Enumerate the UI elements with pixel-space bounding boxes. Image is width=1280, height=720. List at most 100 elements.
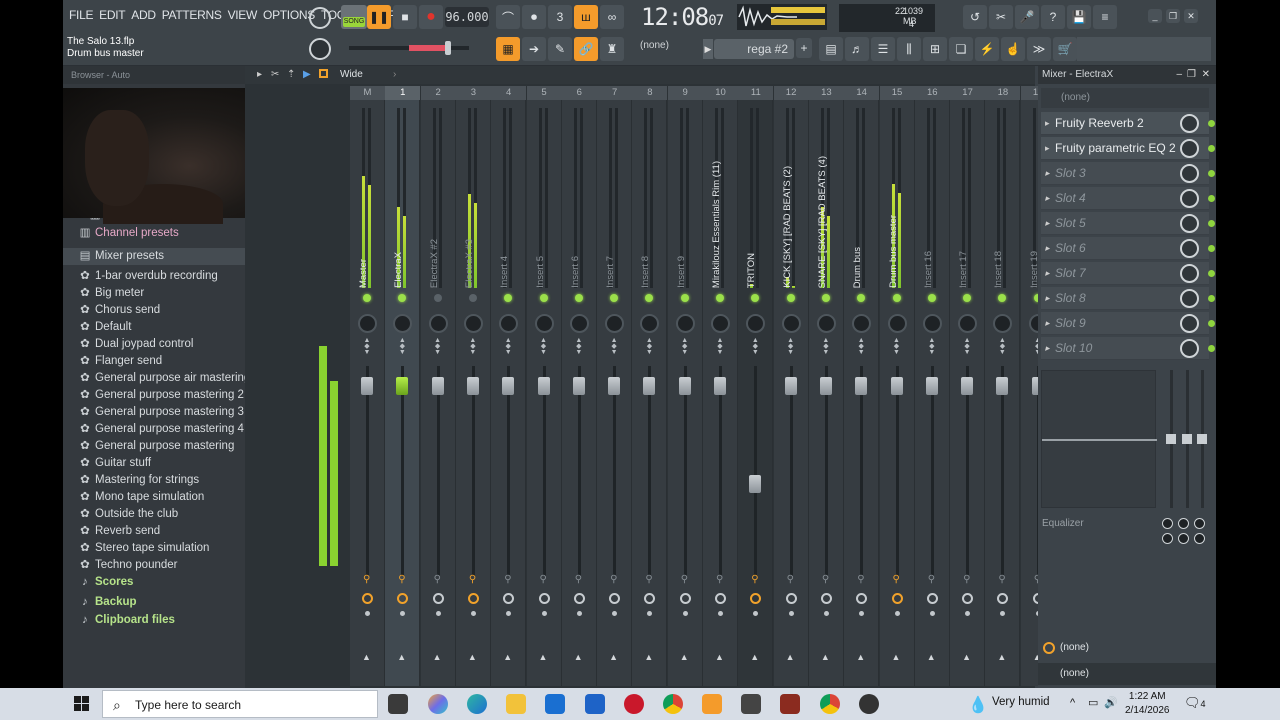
- send-knob[interactable]: [679, 593, 691, 604]
- track-enable-led[interactable]: [963, 294, 972, 302]
- play-button[interactable]: ❚❚: [367, 5, 391, 29]
- store-icon[interactable]: [545, 694, 565, 714]
- slot-mix-knob[interactable]: [1180, 339, 1199, 358]
- mixer-track-14[interactable]: 14 Drum bus ▲ ◆ ▼ ⚲ ▲: [844, 86, 880, 686]
- slot-mix-knob[interactable]: [1180, 139, 1199, 158]
- volume-fader[interactable]: [678, 376, 691, 395]
- send-knob[interactable]: [715, 593, 726, 604]
- slot-mix-knob[interactable]: [1180, 264, 1199, 283]
- chrome-icon[interactable]: [663, 694, 683, 714]
- eq-sliders[interactable]: [1166, 370, 1207, 508]
- pan-knob[interactable]: [534, 314, 554, 333]
- playlist-icon[interactable]: ▤: [819, 37, 843, 61]
- channel-rack-icon[interactable]: ☰: [871, 37, 895, 61]
- stereo-separation-icon[interactable]: ▲◆▼: [540, 337, 548, 356]
- pan-knob[interactable]: [393, 314, 413, 333]
- track-enable-led[interactable]: [610, 294, 619, 302]
- output-route-selector[interactable]: (none): [1038, 663, 1216, 685]
- mixer-track-1[interactable]: 1 ElectraX ▲ ◆ ▼ ⚲ ▲: [385, 86, 421, 686]
- metronome-icon[interactable]: ⌒: [496, 5, 520, 29]
- route-up-icon[interactable]: ▲: [468, 652, 477, 662]
- link-icon[interactable]: 🔗: [574, 37, 598, 61]
- mixer-track-16[interactable]: 16 Insert 16 ▲ ◆ ▼ ⚲ ▲: [914, 86, 950, 686]
- route-up-icon[interactable]: ▲: [680, 652, 689, 662]
- volume-fader[interactable]: [572, 376, 585, 395]
- route-icon[interactable]: ⚲: [540, 574, 547, 585]
- slot-expand-icon[interactable]: ▸: [1045, 287, 1050, 310]
- stereo-separation-icon[interactable]: ▲◆▼: [469, 337, 477, 356]
- pattern-song-toggle[interactable]: SONG: [341, 5, 367, 29]
- slot-mix-knob[interactable]: [1180, 189, 1199, 208]
- browser-item-channel-presets[interactable]: ▥ Channel presets: [63, 225, 245, 242]
- volume-fader[interactable]: [537, 376, 550, 395]
- browser-item-default[interactable]: ✿ Default: [63, 319, 245, 336]
- shop-icon[interactable]: 🛒: [1053, 37, 1077, 61]
- menu-edit[interactable]: EDIT: [99, 8, 125, 22]
- volume-fader[interactable]: [890, 376, 903, 395]
- track-enable-led[interactable]: [363, 294, 371, 302]
- tray-chevron-icon[interactable]: ^: [1070, 697, 1075, 709]
- stop-button[interactable]: ■: [393, 5, 417, 29]
- pan-knob[interactable]: [781, 314, 801, 333]
- pan-knob[interactable]: [428, 314, 448, 333]
- pan-knob[interactable]: [746, 314, 766, 333]
- volume-fader[interactable]: [396, 376, 409, 395]
- browser-item-backup[interactable]: ♪ Backup: [63, 594, 245, 611]
- network-icon[interactable]: ▭: [1088, 696, 1098, 709]
- mixer-track-11[interactable]: 11 TRITON ▲ ◆ ▼ ⚲ ▲: [738, 86, 774, 686]
- insert-panel-restore-icon[interactable]: ❐: [1187, 66, 1196, 84]
- insert-panel-close-icon[interactable]: ✕: [1202, 66, 1210, 84]
- fl-studio-icon[interactable]: [702, 694, 722, 714]
- track-enable-led[interactable]: [468, 294, 477, 302]
- route-icon[interactable]: ⚲: [575, 574, 582, 585]
- plug-icon[interactable]: ⚡: [975, 37, 999, 61]
- browser-item-scores[interactable]: ♪ Scores: [63, 574, 245, 591]
- mic-icon[interactable]: 🎤: [1015, 5, 1039, 29]
- slot-enable-led[interactable]: [1208, 170, 1215, 177]
- track-enable-led[interactable]: [892, 294, 901, 302]
- countdown-icon[interactable]: 3: [548, 5, 572, 29]
- task-view-icon[interactable]: [388, 694, 408, 714]
- stereo-separation-icon[interactable]: ▲◆▼: [822, 337, 830, 356]
- volume-fader[interactable]: [784, 376, 797, 395]
- fx-slot-1[interactable]: ▸ Fruity Reeverb 2: [1041, 112, 1215, 135]
- browser-item-general-purpose-mastering-4[interactable]: ✿ General purpose mastering 4: [63, 421, 245, 438]
- route-up-icon[interactable]: ▲: [821, 652, 830, 662]
- send-knob[interactable]: [397, 593, 409, 604]
- slot-expand-icon[interactable]: ▸: [1045, 212, 1050, 235]
- route-up-icon[interactable]: ▲: [609, 652, 618, 662]
- screen-recorder-icon[interactable]: [859, 694, 879, 714]
- stereo-separation-icon[interactable]: ▲◆▼: [681, 337, 689, 356]
- slot-enable-led[interactable]: [1208, 245, 1215, 252]
- browser-item-general-purpose-mastering-2[interactable]: ✿ General purpose mastering 2: [63, 387, 245, 404]
- browser-item-guitar-stuff[interactable]: ✿ Guitar stuff: [63, 455, 245, 472]
- route-up-icon[interactable]: ▲: [892, 652, 901, 662]
- route-icon[interactable]: ⚲: [787, 574, 794, 585]
- stereo-separation-icon[interactable]: ▲◆▼: [787, 337, 795, 356]
- slot-mix-knob[interactable]: [1180, 164, 1199, 183]
- mixer-track-3[interactable]: 3 ElectraX #3 ▲ ◆ ▼ ⚲ ▲: [455, 86, 491, 686]
- route-icon[interactable]: ⚲: [928, 574, 935, 585]
- track-enable-led[interactable]: [398, 294, 407, 302]
- route-icon[interactable]: ⚲: [645, 574, 652, 585]
- mixer-track-6[interactable]: 6 Insert 6 ▲ ◆ ▼ ⚲ ▲: [561, 86, 597, 686]
- volume-fader[interactable]: [502, 376, 515, 395]
- send-knob[interactable]: [503, 593, 515, 604]
- route-up-icon[interactable]: ▲: [433, 652, 442, 662]
- route-icon[interactable]: ⚲: [504, 574, 511, 585]
- opera-icon[interactable]: [624, 694, 644, 714]
- send-knob[interactable]: [609, 593, 621, 604]
- insert-panel-minimize-icon[interactable]: –: [1176, 66, 1182, 84]
- route-icon[interactable]: ⚲: [893, 574, 900, 585]
- stereo-separation-icon[interactable]: ▲◆▼: [998, 337, 1006, 356]
- send-knob[interactable]: [573, 593, 585, 604]
- pan-knob[interactable]: [993, 314, 1013, 333]
- slot-enable-led[interactable]: [1208, 145, 1215, 152]
- route-up-icon[interactable]: ▲: [927, 652, 936, 662]
- pan-knob[interactable]: [640, 314, 660, 333]
- mixer-track-12[interactable]: 12 KICK [SKY] [RAD BEATS (2) ▲ ◆ ▼ ⚲ ▲: [773, 86, 809, 686]
- slot-expand-icon[interactable]: ▸: [1045, 187, 1050, 210]
- snap-selector[interactable]: (none): [640, 40, 669, 51]
- send-knob[interactable]: [432, 593, 444, 604]
- browser-item-general-purpose-air-mastering[interactable]: ✿ General purpose air mastering: [63, 370, 250, 387]
